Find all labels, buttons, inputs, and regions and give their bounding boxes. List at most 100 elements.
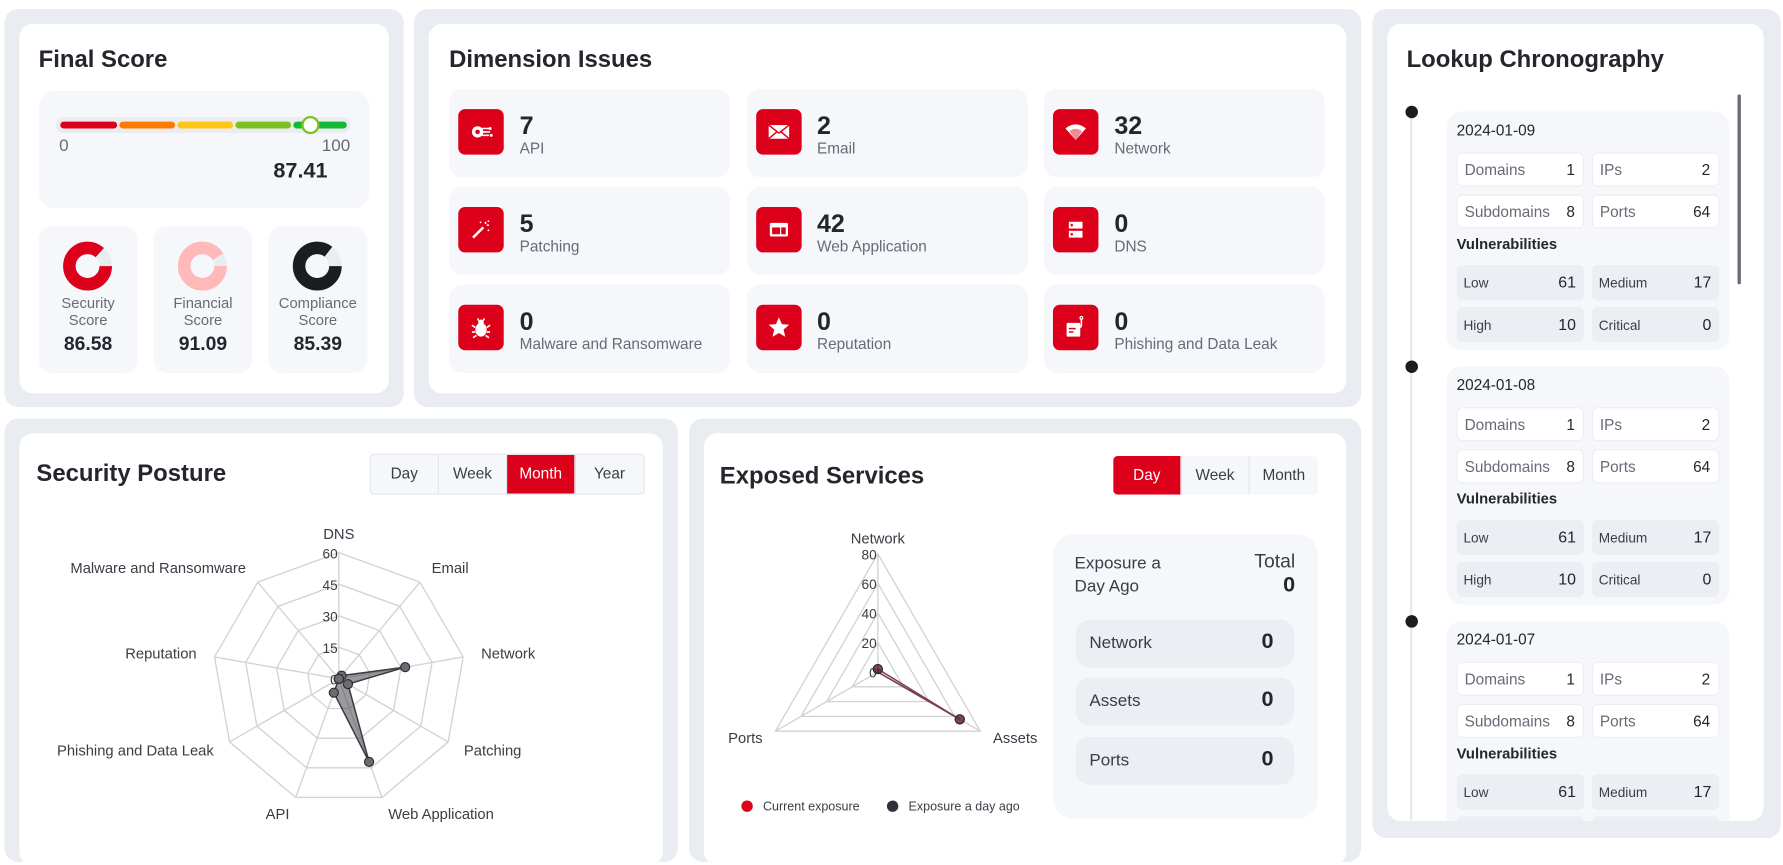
gauge-max-label: 100 — [321, 136, 351, 156]
dimension-card-phishing-and-data-leak[interactable]: 0 Phishing and Data Leak — [1043, 284, 1325, 373]
issue-label: API — [519, 139, 545, 157]
star-icon — [755, 304, 802, 351]
stat-ports: Ports 64 — [1591, 449, 1720, 484]
issue-count: 0 — [519, 307, 534, 336]
axis-label: API — [266, 807, 290, 823]
data-point[interactable] — [954, 714, 965, 725]
issue-label: Phishing and Data Leak — [1114, 335, 1278, 353]
tick-label: 40 — [862, 607, 878, 622]
axis-label: Patching — [464, 744, 521, 760]
dimension-card-network[interactable]: 32 Network — [1043, 88, 1325, 178]
data-point[interactable] — [363, 756, 375, 767]
tick-label: 30 — [323, 609, 339, 624]
vuln-high: High10 — [1456, 561, 1584, 597]
tab-day[interactable]: Day — [371, 454, 439, 494]
data-point[interactable] — [328, 687, 339, 698]
dimension-card-dns[interactable]: 0 DNS — [1043, 186, 1325, 276]
timeline-dot — [1405, 615, 1418, 628]
total-value: 0 — [1283, 573, 1296, 597]
axis-label: Reputation — [125, 646, 196, 662]
envelope-icon — [755, 109, 802, 155]
final-score-title: Final Score — [38, 46, 168, 73]
issue-label: Reputation — [817, 335, 892, 353]
vulnerabilities-heading: Vulnerabilities — [1456, 744, 1558, 762]
dimension-card-web-application[interactable]: 42 Web Application — [746, 186, 1028, 276]
dimension-issues-title: Dimension Issues — [449, 46, 653, 73]
tick-label: 80 — [862, 547, 878, 562]
exposed-services-radar-chart: NetworkAssetsPorts020406080Current expos… — [728, 532, 1037, 814]
vuln-medium: Medium 17 — [1591, 264, 1720, 301]
dimension-card-email[interactable]: 2 Email — [746, 88, 1028, 178]
total-label: Total — [1254, 550, 1296, 572]
score-value: 85.39 — [293, 333, 343, 355]
exposure-row-network: Network 0 — [1075, 619, 1295, 668]
vulnerabilities-heading: Vulnerabilities — [1456, 235, 1558, 253]
gauge-segment-red — [60, 121, 118, 129]
data-point[interactable] — [342, 678, 354, 690]
grid-spoke — [229, 678, 340, 743]
entry-date: 2024-01-09 — [1456, 121, 1536, 139]
tab-month[interactable]: Month — [507, 454, 576, 494]
security-score-card: Security Score 86.58 — [38, 226, 138, 373]
exposed-services-period-toggle: Day Week Month — [1113, 455, 1318, 495]
final-score-gauge: 0 100 87.41 — [38, 90, 370, 209]
issue-count: 7 — [519, 111, 534, 140]
phishing-hook-icon — [1052, 304, 1099, 351]
dimension-card-malware-and-ransomware[interactable]: 0 Malware and Ransomware — [449, 284, 731, 373]
score-label: Compliance Score — [278, 294, 357, 329]
issue-count: 2 — [817, 111, 831, 140]
row-value: 0 — [1261, 747, 1274, 771]
data-point[interactable] — [872, 663, 883, 675]
stat-domains: Domains 1 — [1456, 407, 1584, 442]
dimension-issues-card: Dimension Issues 7 API 2 Email 32 Networ… — [428, 23, 1347, 394]
gauge-segment-orange — [119, 121, 176, 129]
tab-day[interactable]: Day — [1113, 455, 1182, 495]
tab-week[interactable]: Week — [439, 454, 508, 494]
data-point[interactable] — [400, 662, 411, 673]
dimension-card-reputation[interactable]: 0 Reputation — [746, 284, 1028, 373]
compliance-score-card: Compliance Score 85.39 — [268, 226, 368, 373]
timeline-dot — [1405, 360, 1418, 373]
stat-ports: Ports 64 — [1591, 194, 1720, 229]
vulnerabilities-heading: Vulnerabilities — [1456, 490, 1558, 508]
stat-subdomains: Subdomains 8 — [1456, 703, 1584, 738]
legend-label[interactable]: Current exposure — [763, 800, 860, 814]
issue-count: 0 — [817, 307, 831, 336]
tick-label: 60 — [862, 577, 878, 592]
stat-ips: IPs 2 — [1591, 661, 1720, 696]
exposure-row-ports: Ports 0 — [1075, 736, 1295, 785]
security-score-donut — [63, 241, 113, 291]
gauge-segment-yellow — [177, 121, 234, 129]
bug-icon — [458, 304, 504, 351]
scrollbar-thumb[interactable] — [1737, 94, 1741, 285]
exposure-row-assets: Assets 0 — [1075, 677, 1295, 726]
grid-spoke — [214, 656, 339, 680]
security-posture-card: Security Posture Day Week Month Year DNS Ema… — [19, 433, 663, 865]
axis-label: DNS — [323, 527, 354, 543]
legend-label[interactable]: Exposure a day ago — [909, 800, 1020, 814]
axis-label: Ports — [728, 731, 762, 747]
axis-label: Web Application — [388, 807, 494, 823]
score-value: 91.09 — [178, 333, 228, 355]
grid-spoke — [257, 581, 340, 680]
exposure-summary-box: Exposure a Day Ago Total 0 Network 0 Asse… — [1052, 534, 1318, 819]
chronography-title: Lookup Chronography — [1406, 46, 1664, 73]
data-point[interactable] — [333, 673, 344, 684]
exposed-services-title: Exposed Services — [719, 462, 925, 489]
tab-month[interactable]: Month — [1250, 456, 1318, 495]
tab-year[interactable]: Year — [575, 455, 643, 494]
tab-week[interactable]: Week — [1181, 455, 1250, 495]
stat-subdomains: Subdomains 8 — [1456, 449, 1584, 484]
row-label: Ports — [1089, 750, 1130, 770]
axis-label: Network — [481, 646, 536, 662]
stat-subdomains: Subdomains 8 — [1456, 194, 1584, 229]
issue-label: Network — [1114, 139, 1171, 157]
axis-label: Phishing and Data Leak — [57, 744, 214, 760]
exposed-services-card: Exposed Services Day Week Month Network Ass… — [703, 433, 1347, 865]
dimension-card-api[interactable]: 7 API — [449, 88, 731, 178]
gauge-segment-lightgreen — [235, 121, 292, 129]
dimension-card-patching[interactable]: 5 Patching — [449, 186, 731, 276]
timeline-entry: 2024-01-08 Domains 1 IPs 2 Subdomains 8 Ports 64… — [1446, 366, 1730, 605]
entry-date: 2024-01-08 — [1456, 376, 1536, 394]
legend-marker — [741, 800, 753, 812]
